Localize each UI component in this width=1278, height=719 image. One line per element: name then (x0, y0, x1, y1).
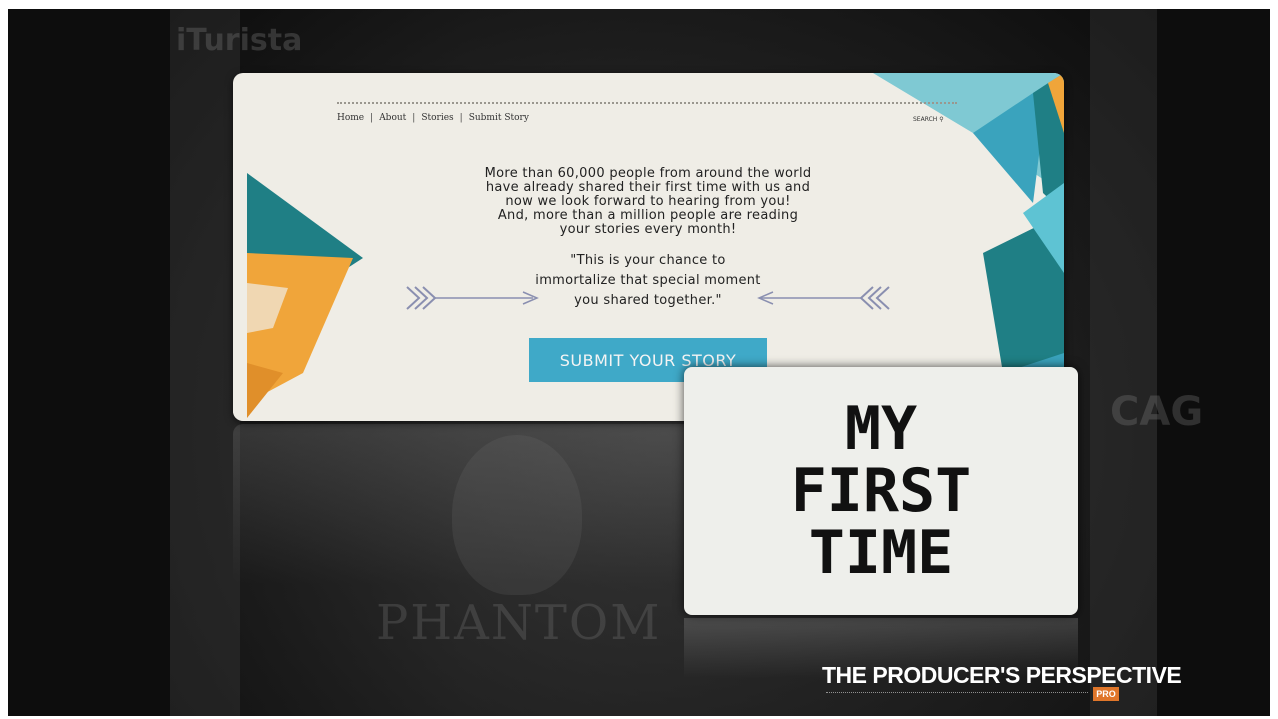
title-text: MY FIRST TIME (790, 394, 972, 588)
intro-line: More than 60,000 people from around the … (484, 166, 812, 181)
brand-tagline-rule (826, 692, 1088, 695)
backdrop-shade (170, 9, 240, 716)
right-arrow-icon (757, 286, 890, 310)
nav-separator: | (459, 113, 463, 123)
search-link[interactable]: SEARCH ⚲ (913, 116, 944, 123)
left-arrow-icon (406, 286, 539, 310)
title-card: MY FIRST TIME (684, 367, 1078, 615)
brand-badge: PRO (1093, 687, 1119, 701)
search-label: SEARCH (913, 116, 938, 123)
nav-stories[interactable]: Stories (421, 113, 453, 123)
nav-submit-story[interactable]: Submit Story (469, 113, 529, 123)
backdrop-sign-text: iTurista (176, 23, 303, 58)
intro-line: your stories every month! (559, 222, 737, 237)
nav-home[interactable]: Home (337, 113, 364, 123)
intro-line: have already shared their first time wit… (485, 180, 811, 195)
backdrop-shade (1090, 9, 1157, 716)
backdrop-sign-text: PHANTOM (376, 595, 662, 651)
intro-line: And, more than a million people are read… (497, 208, 799, 223)
intro-text: More than 60,000 people from around the … (423, 167, 873, 237)
site-nav: Home | About | Stories | Submit Story (337, 113, 529, 123)
nav-separator: | (412, 113, 416, 123)
producers-perspective-logo: THE PRODUCER'S PERSPECTIVE PRO (822, 662, 1182, 702)
search-icon: ⚲ (939, 116, 944, 123)
quote-line: "This is your chance to (570, 253, 726, 268)
nav-about[interactable]: About (379, 113, 406, 123)
header-divider (337, 102, 957, 104)
left-geometric-decoration (233, 173, 363, 418)
brand-name: THE PRODUCER'S PERSPECTIVE (822, 662, 1182, 688)
intro-line: now we look forward to hearing from you! (505, 194, 791, 209)
nav-separator: | (370, 113, 374, 123)
backdrop-sign-text: CAG (1110, 389, 1204, 435)
